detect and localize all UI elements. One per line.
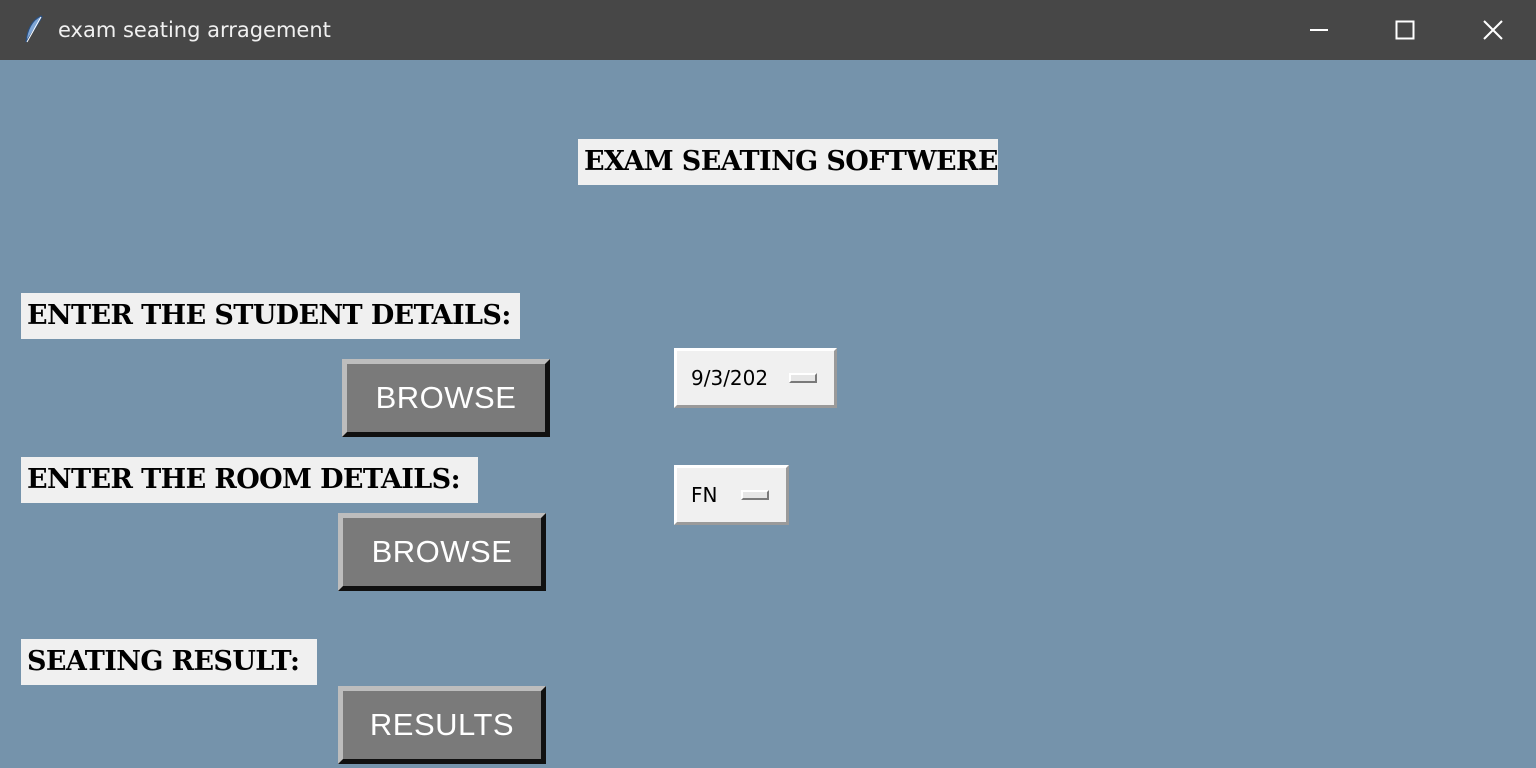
room-details-label: ENTER THE ROOM DETAILS:	[21, 457, 478, 503]
app-window: exam seating arragement EXAM SEATING SOF…	[0, 0, 1536, 768]
option-menu-indicator-icon	[789, 373, 817, 383]
option-menu-indicator-icon	[741, 490, 769, 500]
date-option-value: 9/3/202	[691, 366, 769, 390]
title-bar[interactable]: exam seating arragement	[0, 0, 1536, 60]
results-button[interactable]: RESULTS	[338, 686, 546, 764]
close-icon	[1483, 20, 1503, 40]
browse-student-button[interactable]: BROWSE	[342, 359, 550, 437]
seating-result-label: SEATING RESULT:	[21, 639, 317, 685]
session-option-menu[interactable]: FN	[674, 465, 789, 525]
minimize-icon	[1310, 29, 1328, 31]
student-details-label: ENTER THE STUDENT DETAILS:	[21, 293, 520, 339]
session-option-value: FN	[691, 483, 718, 507]
browse-room-button[interactable]: BROWSE	[338, 513, 546, 591]
maximize-icon	[1395, 20, 1415, 40]
date-option-menu[interactable]: 9/3/202	[674, 348, 837, 408]
close-button[interactable]	[1450, 0, 1536, 60]
feather-icon	[25, 15, 43, 43]
page-title: EXAM SEATING SOFTWERE	[578, 139, 998, 185]
main-content: EXAM SEATING SOFTWERE ENTER THE STUDENT …	[0, 60, 1536, 768]
maximize-button[interactable]	[1362, 0, 1448, 60]
minimize-button[interactable]	[1276, 0, 1362, 60]
window-title: exam seating arragement	[58, 18, 331, 42]
